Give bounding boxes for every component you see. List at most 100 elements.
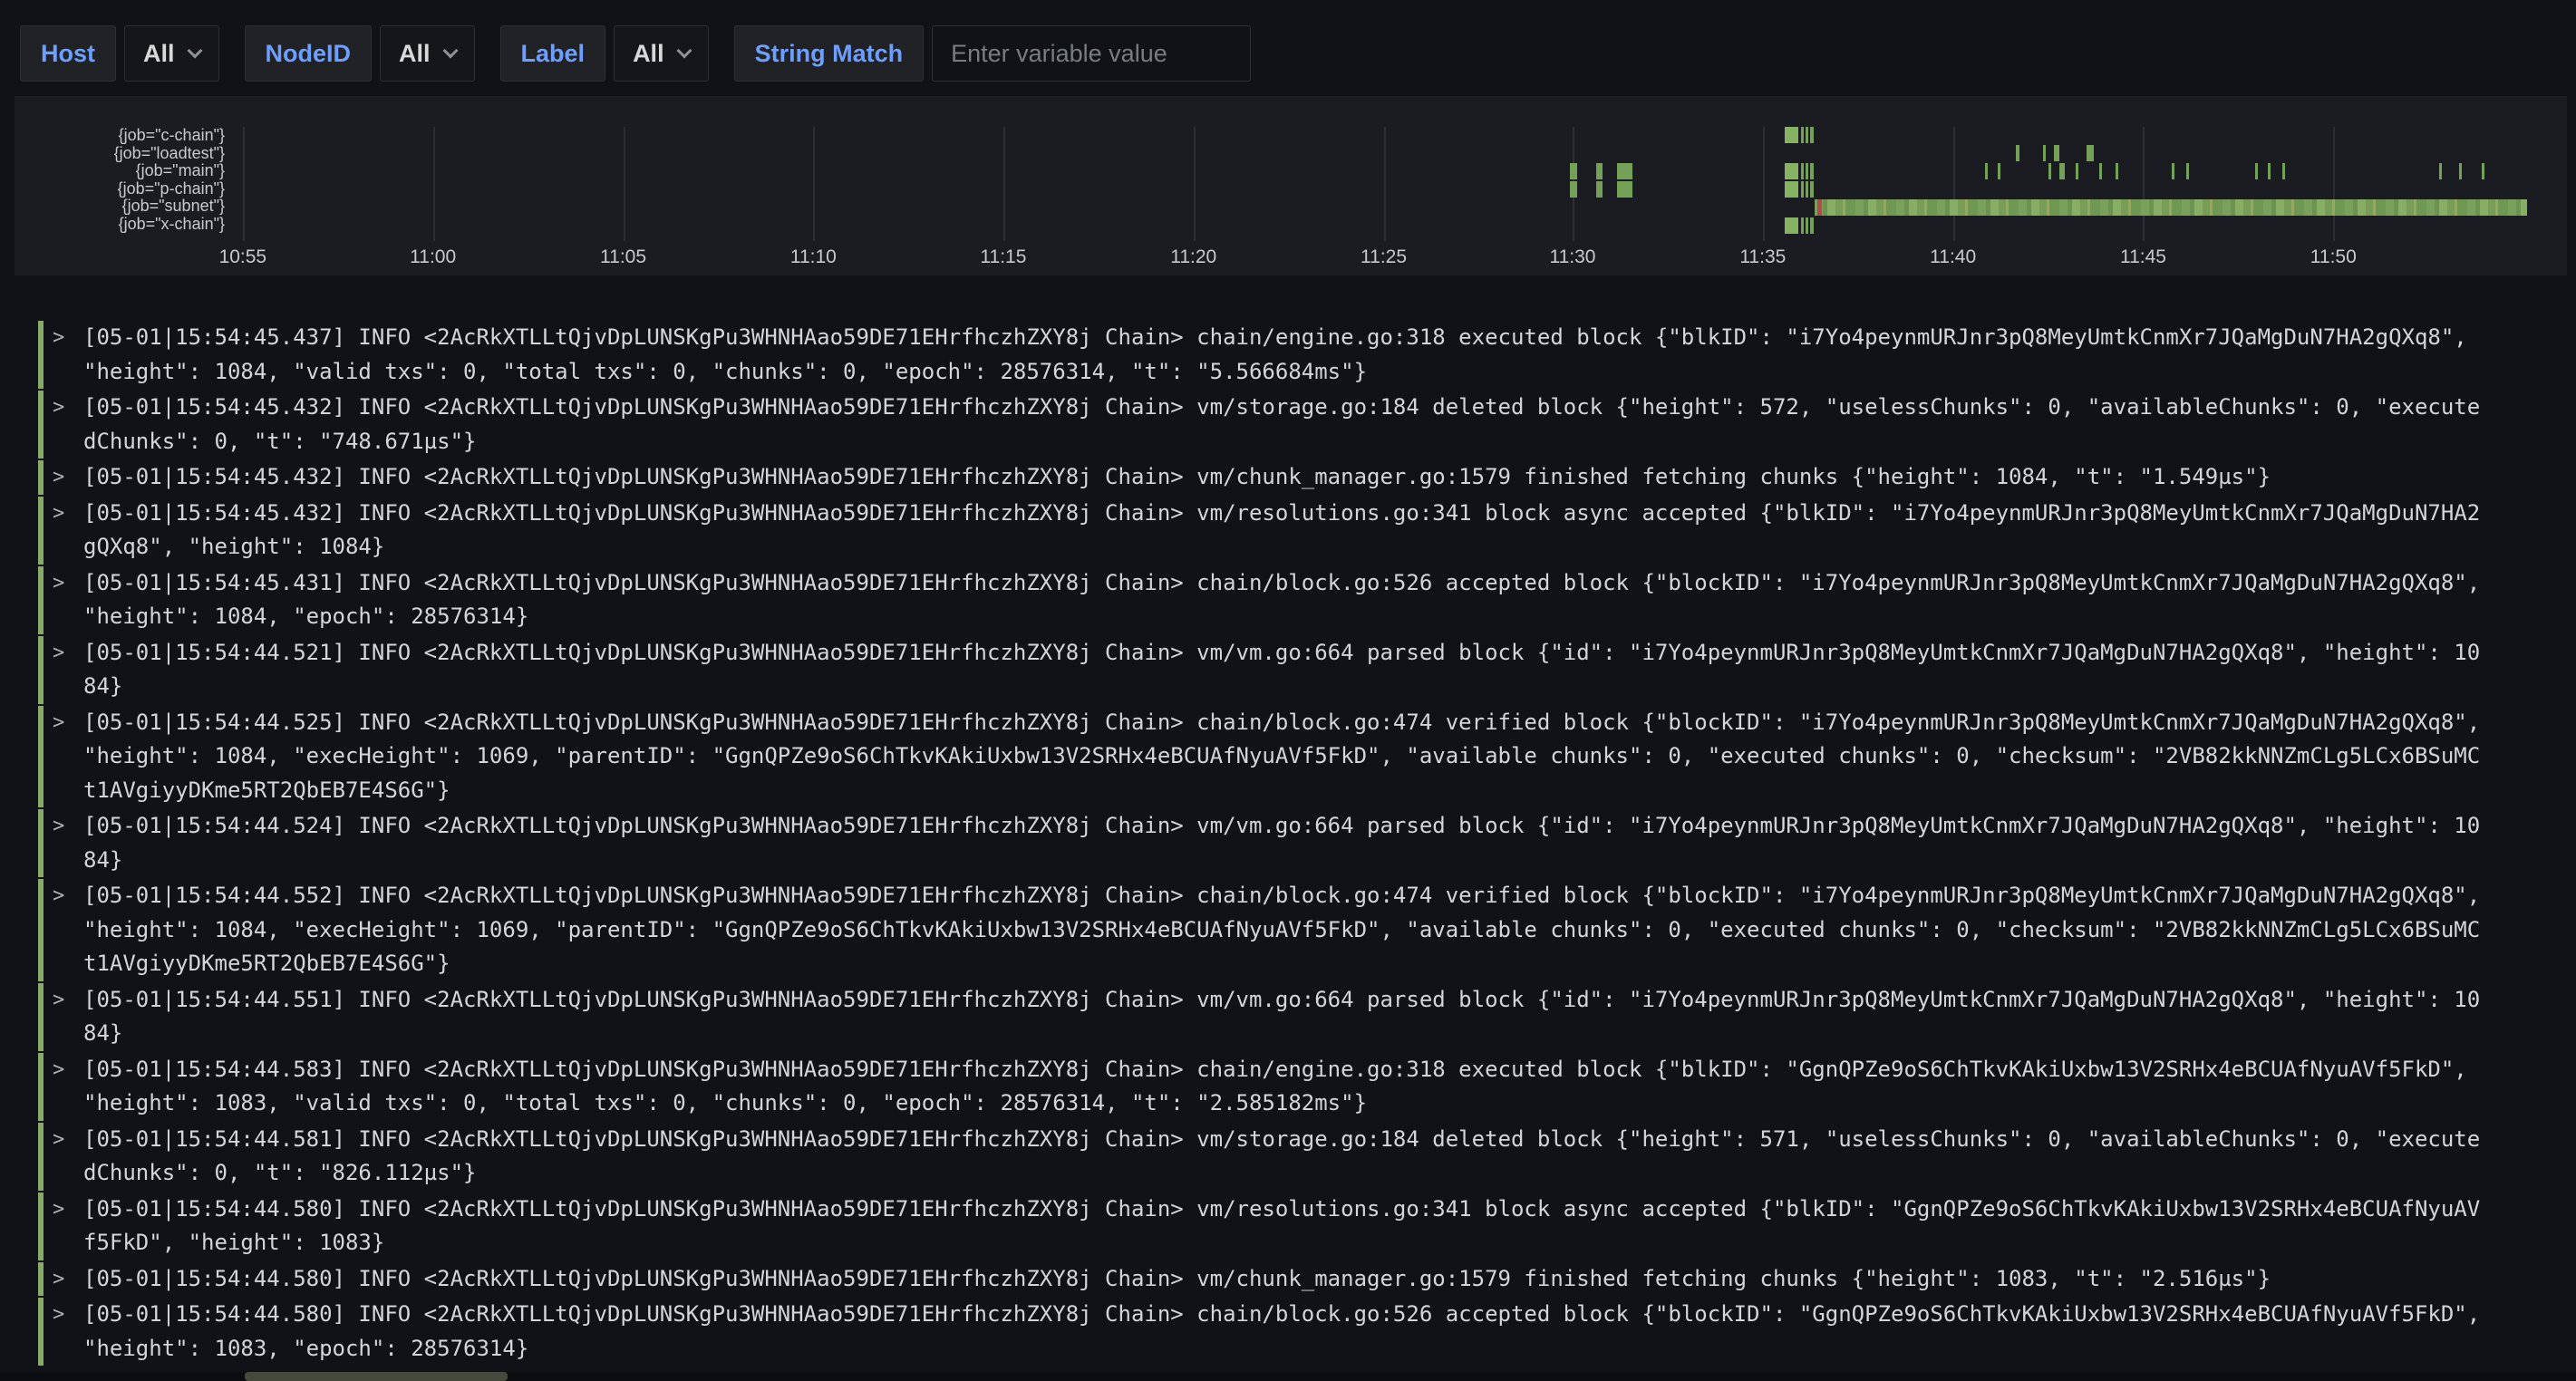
time-tick-label: 11:45: [2120, 246, 2166, 268]
legend-item-1[interactable]: {job="loadtest"}: [15, 145, 225, 163]
legend-item-0[interactable]: {job="c-chain"}: [15, 127, 225, 145]
expand-log-icon[interactable]: >: [53, 566, 74, 601]
expand-log-icon[interactable]: >: [53, 391, 74, 425]
log-line: [05-01|15:54:45.437] INFO <2AcRkXTLLtQjv…: [83, 321, 2567, 355]
log-line: dChunks": 0, "t": "826.112µs"}: [83, 1156, 2567, 1191]
legend-item-2[interactable]: {job="main"}: [15, 162, 225, 180]
time-tick-label: 11:25: [1361, 246, 1407, 268]
log-volume-mark: [1785, 163, 1799, 179]
expand-log-icon[interactable]: >: [53, 1123, 74, 1157]
series-row-3: [31, 181, 2563, 198]
log-row[interactable]: > [05-01|15:54:45.432] INFO <2AcRkXTLLtQj…: [38, 460, 2567, 495]
log-volume-mark: [1801, 163, 1804, 179]
log-line: t1AVgiyyDKme5RT2QbEB7E4S6G"}: [83, 774, 2567, 808]
log-line: "height": 1084, "execHeight": 1069, "par…: [83, 913, 2567, 948]
expand-log-icon[interactable]: >: [53, 983, 74, 1018]
log-line: [05-01|15:54:45.432] INFO <2AcRkXTLLtQjv…: [83, 497, 2567, 531]
log-row[interactable]: >[05-01|15:54:44.551] INFO <2AcRkXTLLtQj…: [38, 983, 2567, 1051]
expand-log-icon[interactable]: >: [53, 1262, 74, 1297]
time-tick-label: 10:55: [219, 246, 267, 268]
log-row[interactable]: >[05-01|15:54:44.581] INFO <2AcRkXTLLtQj…: [38, 1123, 2567, 1191]
log-volume-mark: [1801, 217, 1804, 234]
host-label: Host: [20, 25, 116, 82]
time-tick-label: 11:35: [1739, 246, 1786, 268]
expand-log-icon[interactable]: >: [53, 1053, 74, 1087]
log-volume-mark: [1801, 127, 1804, 143]
log-volume-mark: [2016, 145, 2019, 161]
expand-log-icon[interactable]: >: [53, 321, 74, 355]
log-row[interactable]: >[05-01|15:54:44.580] INFO <2AcRkXTLLtQj…: [38, 1298, 2567, 1366]
log-volume-mark: [1810, 127, 1814, 143]
nodeid-selected-value: All: [399, 40, 431, 68]
log-line: 84}: [83, 670, 2567, 704]
expand-log-icon[interactable]: >: [53, 1193, 74, 1227]
nodeid-label: NodeID: [245, 25, 373, 82]
log-row[interactable]: > [05-01|15:54:44.580] INFO <2AcRkXTLLtQj…: [38, 1262, 2567, 1297]
log-row[interactable]: > [05-01|15:54:44.580] INFO <2AcRkXTLLtQj…: [38, 1193, 2567, 1260]
timeline-legend: {job="c-chain"}{job="loadtest"}{job="mai…: [15, 127, 225, 233]
expand-log-icon[interactable]: >: [53, 636, 74, 671]
scrollbar-thumb[interactable]: [245, 1372, 508, 1381]
log-row[interactable]: >[05-01|15:54:45.431] INFO <2AcRkXTLLtQj…: [38, 566, 2567, 634]
log-volume-mark: [1998, 163, 2000, 179]
log-line: "height": 1084, "valid txs": 0, "total t…: [83, 355, 2567, 390]
log-volume-mark: [2059, 163, 2065, 179]
alert-mark: [1817, 199, 1822, 216]
log-volume-mark: [2172, 163, 2174, 179]
log-row[interactable]: >[05-01|15:54:44.525] INFO <2AcRkXTLLtQj…: [38, 706, 2567, 808]
time-tick-label: 11:10: [790, 246, 837, 268]
log-line: [05-01|15:54:44.580] INFO <2AcRkXTLLtQjv…: [83, 1262, 2567, 1297]
log-row-lines: [05-01|15:54:44.552] INFO <2AcRkXTLLtQjv…: [83, 879, 2567, 981]
log-row[interactable]: >[05-01|15:54:44.524] INFO <2AcRkXTLLtQj…: [38, 809, 2567, 877]
time-tick-label: 11:15: [980, 246, 1026, 268]
log-volume-mark: [2043, 145, 2046, 161]
log-volume-mark: [2439, 163, 2442, 179]
log-row[interactable]: > [05-01|15:54:45.437] INFO <2AcRkXTLLtQj…: [38, 321, 2567, 389]
expand-log-icon[interactable]: >: [53, 809, 74, 844]
log-volume-mark: [1785, 217, 1799, 234]
log-volume-mark: [1596, 181, 1603, 198]
log-line: "height": 1084, "epoch": 28576314}: [83, 600, 2567, 634]
grafana-dashboard: Host All NodeID All Label All String Mat…: [0, 0, 2576, 1381]
expand-log-icon[interactable]: >: [53, 706, 74, 740]
log-row[interactable]: > [05-01|15:54:44.552] INFO <2AcRkXTLLtQj…: [38, 879, 2567, 981]
log-volume-mark: [2482, 163, 2484, 179]
log-row-lines: [05-01|15:54:44.580] INFO <2AcRkXTLLtQjv…: [83, 1262, 2567, 1297]
label-label: Label: [500, 25, 606, 82]
legend-item-5[interactable]: {job="x-chain"}: [15, 216, 225, 234]
expand-log-icon[interactable]: >: [53, 879, 74, 913]
chevron-down-icon: [187, 43, 202, 59]
expand-log-icon[interactable]: >: [53, 460, 74, 495]
nodeid-value-dropdown[interactable]: All: [380, 25, 475, 82]
variable-nodeid: NodeID All: [245, 25, 475, 82]
log-row[interactable]: >[05-01|15:54:44.583] INFO <2AcRkXTLLtQj…: [38, 1053, 2567, 1121]
log-row[interactable]: > [05-01|15:54:45.432] INFO <2AcRkXTLLtQj…: [38, 391, 2567, 459]
log-line: "height": 1083, "epoch": 28576314}: [83, 1332, 2567, 1367]
time-tick-label: 11:05: [600, 246, 646, 268]
log-row[interactable]: >[05-01|15:54:44.521] INFO <2AcRkXTLLtQj…: [38, 636, 2567, 704]
log-row-lines: [05-01|15:54:45.432] INFO <2AcRkXTLLtQjv…: [83, 460, 2567, 495]
series-row-0: [31, 127, 2563, 143]
log-row[interactable]: > [05-01|15:54:45.432] INFO <2AcRkXTLLtQj…: [38, 497, 2567, 565]
expand-log-icon[interactable]: >: [53, 1298, 74, 1332]
log-volume-mark: [1810, 181, 1814, 198]
log-volume-mark: [2087, 145, 2094, 161]
log-volume-mark: [1785, 127, 1799, 143]
host-value-dropdown[interactable]: All: [124, 25, 219, 82]
log-volume-mark: [1596, 163, 1603, 179]
log-row-lines: [05-01|15:54:44.580] INFO <2AcRkXTLLtQjv…: [83, 1193, 2567, 1260]
log-line: f5FkD", "height": 1083}: [83, 1226, 2567, 1260]
label-value-dropdown[interactable]: All: [614, 25, 709, 82]
expand-log-icon[interactable]: >: [53, 497, 74, 531]
host-selected-value: All: [143, 40, 175, 68]
string-match-input[interactable]: [932, 25, 1251, 82]
string-match-label: String Match: [734, 25, 925, 82]
log-line: "height": 1083, "valid txs": 0, "total t…: [83, 1086, 2567, 1121]
variables-bar: Host All NodeID All Label All String Mat…: [20, 25, 1251, 82]
log-volume-mark: [2054, 145, 2059, 161]
log-row-lines: [05-01|15:54:45.432] INFO <2AcRkXTLLtQjv…: [83, 391, 2567, 459]
log-volume-mark: [1806, 163, 1808, 179]
legend-item-3[interactable]: {job="p-chain"}: [15, 180, 225, 198]
log-line: [05-01|15:54:45.432] INFO <2AcRkXTLLtQjv…: [83, 460, 2567, 495]
legend-item-4[interactable]: {job="subnet"}: [15, 198, 225, 216]
